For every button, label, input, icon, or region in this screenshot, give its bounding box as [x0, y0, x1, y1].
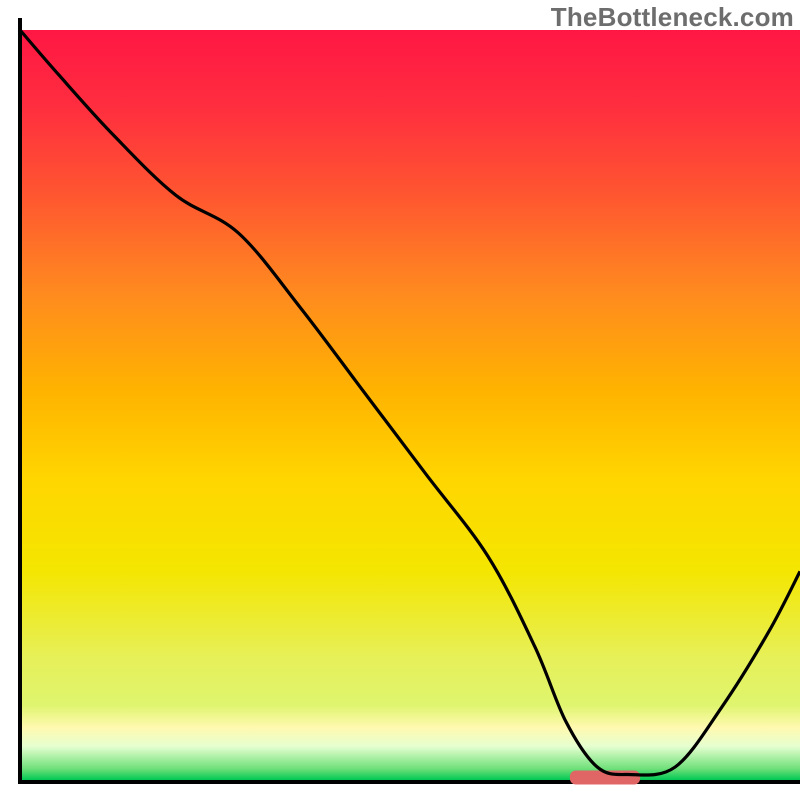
watermark-text: TheBottleneck.com [551, 2, 794, 33]
chart-canvas [0, 0, 800, 800]
plot-background [22, 30, 800, 780]
bottleneck-chart: TheBottleneck.com [0, 0, 800, 800]
